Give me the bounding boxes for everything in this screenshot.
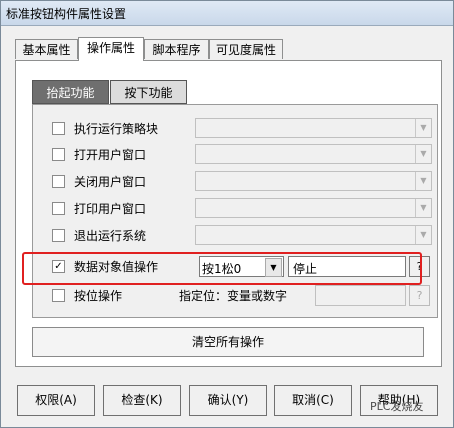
bit-help-button: ? bbox=[409, 285, 430, 306]
row-open-window: 打开用户窗口 ▼ bbox=[33, 143, 437, 167]
bit-hint-label: 指定位：变量或数字 bbox=[179, 289, 288, 303]
operation-mode-dropdown[interactable]: 按1松0 ▼ bbox=[199, 256, 284, 277]
variable-value: 停止 bbox=[293, 262, 318, 276]
clear-all-button[interactable]: 清空所有操作 bbox=[32, 327, 424, 357]
permission-button[interactable]: 权限(A) bbox=[17, 385, 95, 416]
strategy-dropdown: ▼ bbox=[195, 118, 432, 138]
bit-field bbox=[315, 285, 406, 306]
checkmark-icon: ✓ bbox=[54, 261, 63, 272]
tab-basic-properties[interactable]: 基本属性 bbox=[15, 39, 78, 59]
cancel-button[interactable]: 取消(C) bbox=[274, 385, 352, 416]
checkbox-open-window[interactable] bbox=[52, 148, 65, 161]
chevron-down-icon: ▼ bbox=[415, 199, 431, 217]
row-exit-system: 退出运行系统 ▼ bbox=[33, 224, 437, 248]
chevron-down-icon: ▼ bbox=[415, 172, 431, 190]
tab-panel: 抬起功能 按下功能 执行运行策略块 ▼ 打开用户窗口 ▼ 关闭用户窗口 ▼ 打印… bbox=[15, 60, 442, 367]
question-icon: ? bbox=[416, 289, 423, 302]
row-label: 关闭用户窗口 bbox=[74, 175, 147, 189]
row-close-window: 关闭用户窗口 ▼ bbox=[33, 170, 437, 194]
operation-mode-value: 按1松0 bbox=[202, 262, 242, 276]
chevron-down-icon: ▼ bbox=[415, 145, 431, 163]
chevron-down-icon[interactable]: ▼ bbox=[265, 258, 282, 277]
title-bar: 标准按钮构件属性设置 bbox=[1, 1, 453, 26]
checkbox-bit-operation[interactable] bbox=[52, 289, 65, 302]
row-label: 执行运行策略块 bbox=[74, 122, 159, 136]
variable-field[interactable]: 停止 bbox=[288, 256, 406, 277]
watermark: PLC发烧友 bbox=[370, 400, 424, 413]
chevron-down-icon: ▼ bbox=[415, 226, 431, 244]
row-label: 打印用户窗口 bbox=[74, 202, 147, 216]
row-label: 数据对象值操作 bbox=[74, 260, 159, 274]
row-bit-operation: 按位操作 指定位：变量或数字 ? bbox=[33, 284, 437, 308]
window-title: 标准按钮构件属性设置 bbox=[6, 7, 127, 21]
close-window-dropdown: ▼ bbox=[195, 171, 432, 191]
chevron-down-icon: ▼ bbox=[415, 119, 431, 137]
checkbox-data-object-operation[interactable]: ✓ bbox=[52, 260, 65, 273]
question-icon: ? bbox=[416, 260, 423, 273]
checkbox-close-window[interactable] bbox=[52, 175, 65, 188]
function-panel: 执行运行策略块 ▼ 打开用户窗口 ▼ 关闭用户窗口 ▼ 打印用户窗口 ▼ 退出运… bbox=[32, 104, 438, 318]
row-run-strategy: 执行运行策略块 ▼ bbox=[33, 117, 437, 141]
dialog-window: 标准按钮构件属性设置 基本属性 操作属性 脚本程序 可见度属性 抬起功能 按下功… bbox=[0, 0, 454, 428]
tab-visibility-properties[interactable]: 可见度属性 bbox=[209, 39, 283, 59]
confirm-button[interactable]: 确认(Y) bbox=[189, 385, 267, 416]
checkbox-exit-system[interactable] bbox=[52, 229, 65, 242]
print-window-dropdown: ▼ bbox=[195, 198, 432, 218]
subtab-release-function[interactable]: 抬起功能 bbox=[32, 80, 109, 104]
exit-system-dropdown: ▼ bbox=[195, 225, 432, 245]
row-label: 退出运行系统 bbox=[74, 229, 147, 243]
check-button[interactable]: 检查(K) bbox=[103, 385, 181, 416]
help-button[interactable]: ? bbox=[409, 256, 430, 277]
subtab-press-function[interactable]: 按下功能 bbox=[110, 80, 187, 104]
checkbox-run-strategy[interactable] bbox=[52, 122, 65, 135]
open-window-dropdown: ▼ bbox=[195, 144, 432, 164]
tab-script[interactable]: 脚本程序 bbox=[144, 39, 209, 59]
tab-operation-properties[interactable]: 操作属性 bbox=[78, 37, 144, 61]
checkbox-print-window[interactable] bbox=[52, 202, 65, 215]
row-data-object-operation: ✓ 数据对象值操作 按1松0 ▼ 停止 ? bbox=[33, 255, 437, 279]
row-print-window: 打印用户窗口 ▼ bbox=[33, 197, 437, 221]
row-label: 按位操作 bbox=[74, 289, 123, 303]
row-label: 打开用户窗口 bbox=[74, 148, 147, 162]
